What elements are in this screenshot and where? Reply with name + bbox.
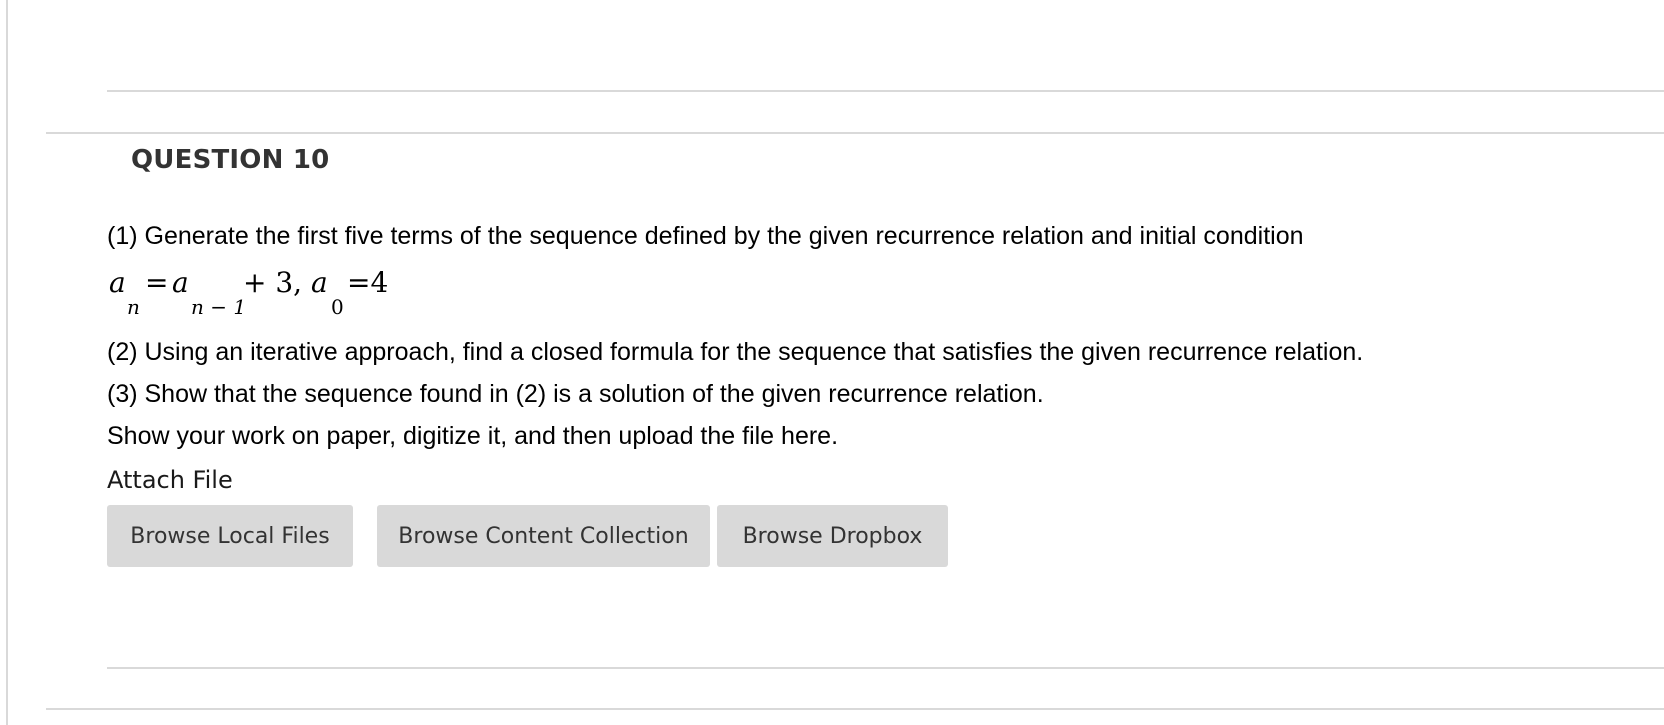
formula-a-0: a — [311, 266, 328, 299]
formula-a-n: a — [109, 266, 126, 299]
browse-content-collection-button[interactable]: Browse Content Collection — [377, 505, 710, 567]
formula-equals: = — [145, 266, 169, 299]
divider-top-outer — [46, 132, 1664, 134]
browse-dropbox-button[interactable]: Browse Dropbox — [717, 505, 948, 567]
formula-equals-4: =4 — [347, 266, 389, 299]
divider-top-inner — [107, 90, 1664, 92]
formula-sub-n: n — [127, 295, 140, 319]
question-part-2: (2) Using an iterative approach, find a … — [107, 338, 1364, 366]
divider-bottom-outer — [46, 708, 1664, 710]
divider-bottom-inner — [107, 667, 1664, 669]
browse-content-collection-label: Browse Content Collection — [398, 523, 689, 549]
formula-plus-3: + 3, — [243, 266, 303, 299]
question-part-1: (1) Generate the first five terms of the… — [107, 222, 1304, 250]
formula-a-n-minus-1: a — [172, 266, 189, 299]
formula-sub-n-minus-1: n − 1 — [191, 295, 247, 319]
question-instructions: Show your work on paper, digitize it, an… — [107, 422, 839, 450]
browse-local-files-label: Browse Local Files — [130, 523, 330, 549]
left-border — [6, 0, 8, 725]
recurrence-formula: a n = a n − 1 + 3, a 0 =4 — [107, 266, 407, 319]
browse-local-files-button[interactable]: Browse Local Files — [107, 505, 353, 567]
formula-sub-0: 0 — [331, 295, 344, 319]
browse-dropbox-label: Browse Dropbox — [742, 523, 923, 549]
question-title: QUESTION 10 — [131, 145, 330, 175]
question-part-3: (3) Show that the sequence found in (2) … — [107, 380, 1044, 408]
attach-file-label: Attach File — [107, 466, 233, 494]
